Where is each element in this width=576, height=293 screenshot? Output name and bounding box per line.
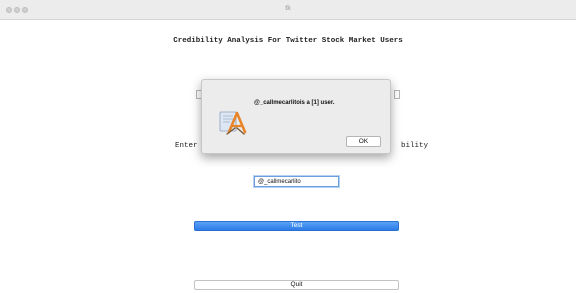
prompt-text-right: bility bbox=[401, 142, 429, 150]
window-titlebar: tk bbox=[0, 0, 576, 20]
ok-button[interactable]: OK bbox=[346, 136, 381, 147]
dialog-message: @_callmecarlitois a [1] user. bbox=[254, 100, 335, 106]
alert-dialog: @_callmecarlitois a [1] user. OK bbox=[201, 79, 391, 154]
window-title: tk bbox=[285, 5, 291, 12]
quit-button[interactable]: Quit bbox=[194, 280, 399, 290]
page-title: Credibility Analysis For Twitter Stock M… bbox=[173, 37, 403, 45]
username-input[interactable]: @_callmecarlito bbox=[254, 176, 339, 187]
background-field-right bbox=[394, 90, 400, 99]
prompt-text-left: Enter bbox=[175, 142, 198, 150]
test-button[interactable]: Test bbox=[194, 221, 399, 231]
app-icon bbox=[219, 111, 247, 135]
